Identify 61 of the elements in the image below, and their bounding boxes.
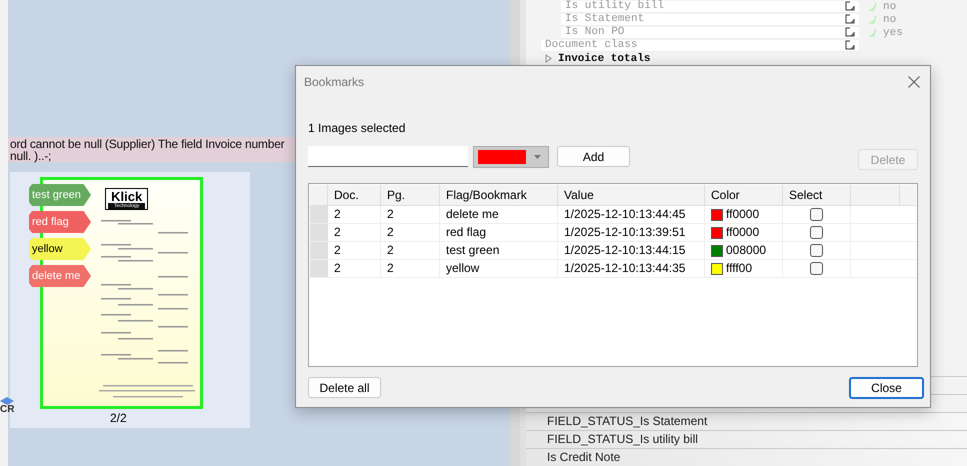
check-icon xyxy=(869,14,877,24)
color-code: ffff00 xyxy=(726,260,752,277)
property-value: no xyxy=(883,14,896,26)
close-icon[interactable] xyxy=(908,76,920,88)
color-code: 008000 xyxy=(726,242,766,259)
property-label: Is utility bill xyxy=(565,0,664,12)
add-button[interactable]: Add xyxy=(557,146,630,167)
bookmark-name-field[interactable] xyxy=(308,146,468,167)
property-label: Is Non PO xyxy=(565,26,624,38)
page-label: 2/2 xyxy=(110,411,127,425)
table-cell: yellow xyxy=(440,260,558,277)
column-header[interactable]: Color xyxy=(705,185,783,205)
field-list-item[interactable]: Is Credit Note xyxy=(526,448,967,466)
color-code: ff0000 xyxy=(726,224,760,241)
table-cell: 2 xyxy=(328,242,381,259)
close-button[interactable]: Close xyxy=(849,377,924,399)
table-cell: 2 xyxy=(328,224,381,241)
color-code: ff0000 xyxy=(726,206,760,223)
edit-icon[interactable] xyxy=(845,14,855,24)
bookmark-flag[interactable]: yellow xyxy=(29,238,91,260)
table-cell: 1/2025-12-10:13:44:35 xyxy=(558,260,705,277)
diamond-icon xyxy=(0,397,14,405)
caret-icon xyxy=(534,154,541,158)
dialog-title: Bookmarks xyxy=(304,74,364,88)
expand-icon[interactable] xyxy=(545,54,552,63)
select-checkbox[interactable] xyxy=(810,208,823,221)
check-icon xyxy=(869,2,877,12)
table-cell: 1/2025-12-10:13:44:15 xyxy=(558,242,705,259)
select-checkbox[interactable] xyxy=(810,244,823,257)
check-icon xyxy=(869,28,877,38)
column-header[interactable]: Flag/Bookmark xyxy=(440,185,558,205)
table-cell: 2 xyxy=(328,206,381,223)
table-cell: delete me xyxy=(440,206,558,223)
table-cell: test green xyxy=(440,242,558,259)
edit-icon[interactable] xyxy=(845,40,855,50)
property-value: no xyxy=(883,0,896,12)
group-label[interactable]: Invoice totals xyxy=(558,52,650,64)
edit-icon[interactable] xyxy=(845,1,855,11)
table-cell: 1/2025-12-10:13:39:51 xyxy=(558,224,705,241)
table-cell: 2 xyxy=(381,206,440,223)
table-cell: 2 xyxy=(381,224,440,241)
column-header[interactable]: Doc. xyxy=(328,185,381,205)
table-cell: red flag xyxy=(440,224,558,241)
select-checkbox[interactable] xyxy=(810,226,823,239)
property-label: Is Statement xyxy=(565,13,644,25)
table-cell: 1/2025-12-10:13:44:45 xyxy=(558,206,705,223)
field-list-item[interactable]: FIELD_STATUS_Is utility bill xyxy=(526,430,967,448)
column-header[interactable]: Pg. xyxy=(381,185,440,205)
table-cell: 2 xyxy=(328,260,381,277)
property-label: Document class xyxy=(545,39,638,51)
selection-info: 1 Images selected xyxy=(308,121,406,135)
column-header[interactable]: Value xyxy=(558,185,705,205)
color-dropdown[interactable] xyxy=(473,146,549,168)
field-list-item[interactable]: FIELD_STATUS_Is Statement xyxy=(526,412,967,430)
property-value: yes xyxy=(883,26,903,38)
select-checkbox[interactable] xyxy=(810,262,823,275)
delete-all-button[interactable]: Delete all xyxy=(308,377,381,398)
column-header[interactable]: Select xyxy=(783,185,851,205)
table-cell: 2 xyxy=(381,242,440,259)
table-cell: 2 xyxy=(381,260,440,277)
edit-icon[interactable] xyxy=(845,27,855,37)
